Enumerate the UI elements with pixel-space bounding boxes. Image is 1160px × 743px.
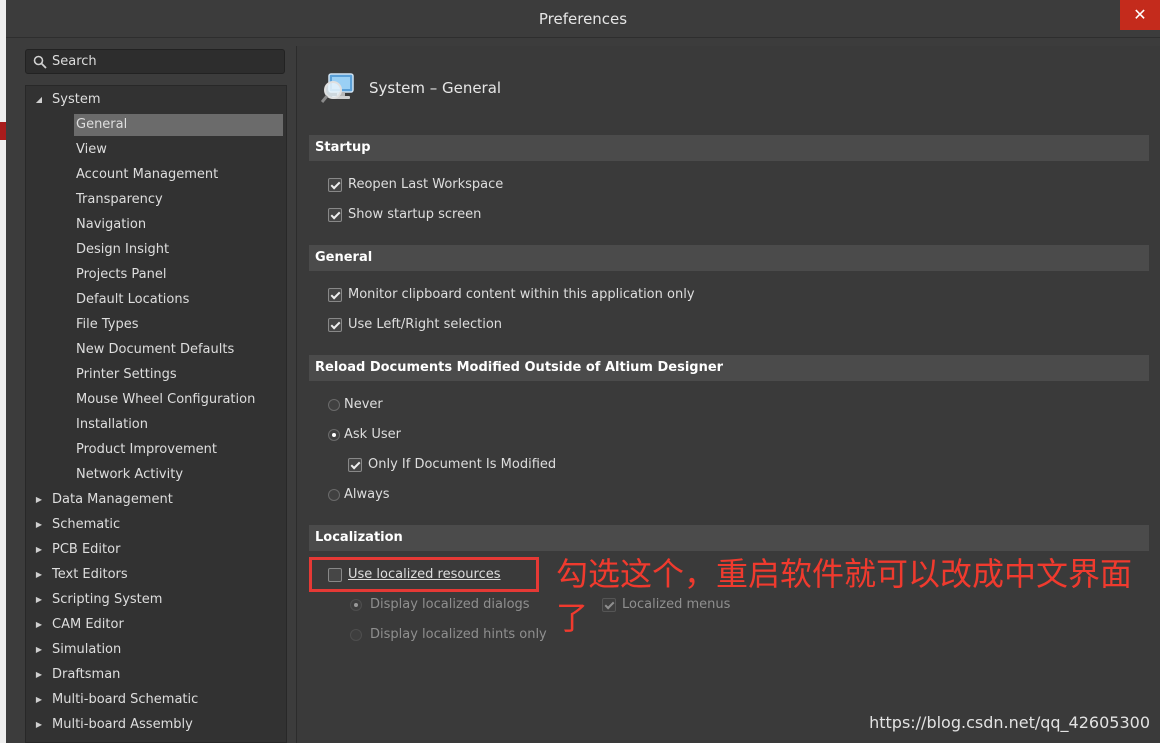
tree-item-label: Installation	[76, 417, 149, 432]
close-button[interactable]: ✕	[1120, 0, 1160, 30]
checkbox-checked[interactable]	[328, 318, 342, 332]
tree-item-label: Simulation	[52, 642, 122, 657]
title-bar[interactable]: Preferences ✕	[6, 0, 1160, 38]
expand-arrow-icon[interactable]: ▶	[34, 514, 44, 536]
radio-label: Always	[344, 487, 390, 502]
tree-item-label: Account Management	[76, 167, 219, 182]
tree-item-label: Printer Settings	[76, 367, 177, 382]
checkbox-label: Use Left/Right selection	[348, 317, 503, 332]
watermark: https://blog.csdn.net/qq_42605300	[869, 713, 1150, 732]
tree-item-transparency[interactable]: Transparency	[74, 189, 163, 211]
tree-item-label: Projects Panel	[76, 267, 167, 282]
tree-item-label: System	[52, 92, 101, 107]
annotation-note: 勾选这个，重启软件就可以改成中文界面了	[556, 555, 1133, 637]
expand-arrow-icon[interactable]: ▶	[34, 639, 44, 661]
checkbox-label: Only If Document Is Modified	[368, 457, 557, 472]
section-title: Startup	[315, 140, 371, 155]
expand-arrow-icon[interactable]: ▶	[34, 614, 44, 636]
tree-item-label: Design Insight	[76, 242, 170, 257]
tree-item-label: Multi-board Schematic	[52, 692, 199, 707]
search-icon	[33, 55, 47, 69]
tree-item-printer-settings[interactable]: Printer Settings	[74, 364, 177, 386]
search-placeholder: Search	[52, 54, 97, 69]
tree-item-default-locations[interactable]: Default Locations	[74, 289, 189, 311]
tree-item-label: View	[76, 142, 107, 157]
expand-arrow-icon[interactable]: ▶	[34, 564, 44, 586]
tree-item-label: Transparency	[76, 192, 163, 207]
tree-item-installation[interactable]: Installation	[74, 414, 148, 436]
section-general: General	[309, 245, 1149, 271]
section-title: Reload Documents Modified Outside of Alt…	[315, 360, 724, 375]
tree-item-label: New Document Defaults	[76, 342, 235, 357]
search-input[interactable]: Search	[25, 49, 285, 74]
tree-item-label: Mouse Wheel Configuration	[76, 392, 256, 407]
expand-arrow-icon[interactable]: ▶	[34, 714, 44, 736]
category-tree[interactable]: ◢ System General View Account Management…	[25, 85, 287, 743]
tree-item-label: CAM Editor	[52, 617, 124, 632]
tree-item-navigation[interactable]: Navigation	[74, 214, 146, 236]
tree-item-label: Text Editors	[52, 567, 128, 582]
radio-label: Never	[344, 397, 383, 412]
section-localization: Localization	[309, 525, 1149, 551]
expand-arrow-icon[interactable]: ▶	[34, 489, 44, 511]
annotation-highlight-box	[309, 557, 539, 592]
checkbox-label: Show startup screen	[348, 207, 482, 222]
tree-item-general[interactable]: General	[74, 114, 283, 136]
section-title: Localization	[315, 530, 403, 545]
tree-item-file-types[interactable]: File Types	[74, 314, 139, 336]
tree-item-product-improvement[interactable]: Product Improvement	[74, 439, 217, 461]
radio-button-selected[interactable]	[350, 599, 362, 611]
checkbox-label: Reopen Last Workspace	[348, 177, 504, 192]
tree-item-label: Data Management	[52, 492, 173, 507]
tree-item-label: Scripting System	[52, 592, 163, 607]
tree-item-label: Product Improvement	[76, 442, 217, 457]
expand-arrow-icon[interactable]: ▶	[34, 689, 44, 711]
tree-item-label: Schematic	[52, 517, 121, 532]
checkbox-checked[interactable]	[348, 458, 362, 472]
tree-item-label: Draftsman	[52, 667, 121, 682]
tree-item-projects-panel[interactable]: Projects Panel	[74, 264, 166, 286]
tree-item-label: Default Locations	[76, 292, 190, 307]
section-reload-documents: Reload Documents Modified Outside of Alt…	[309, 355, 1149, 381]
tree-item-label: Navigation	[76, 217, 147, 232]
monitor-magnifier-icon	[321, 73, 354, 103]
radio-button[interactable]	[328, 489, 340, 501]
radio-button[interactable]	[350, 629, 362, 641]
section-title: General	[315, 250, 373, 265]
radio-label: Display localized dialogs	[370, 597, 530, 612]
radio-button[interactable]	[328, 399, 340, 411]
tree-item-label: Multi-board Assembly	[52, 717, 193, 732]
checkbox-checked[interactable]	[328, 288, 342, 302]
tree-item-label: PCB Editor	[52, 542, 121, 557]
radio-button-selected[interactable]	[328, 429, 340, 441]
page-title: System – General	[369, 79, 502, 97]
tree-item-design-insight[interactable]: Design Insight	[74, 239, 169, 261]
radio-label: Display localized hints only	[370, 627, 547, 642]
radio-label: Ask User	[344, 427, 401, 442]
expand-arrow-icon[interactable]: ▶	[34, 664, 44, 686]
dialog-title: Preferences	[538, 10, 628, 28]
checkbox-checked[interactable]	[328, 208, 342, 222]
expand-arrow-icon[interactable]: ▶	[34, 539, 44, 561]
section-startup: Startup	[309, 135, 1149, 161]
tree-item-label: Network Activity	[76, 467, 184, 482]
tree-item-view[interactable]: View	[74, 139, 107, 161]
checkbox-label: Monitor clipboard content within this ap…	[348, 287, 695, 302]
tree-item-mouse-wheel-configuration[interactable]: Mouse Wheel Configuration	[74, 389, 255, 411]
tree-item-label: File Types	[76, 317, 139, 332]
checkbox-checked[interactable]	[328, 178, 342, 192]
tree-item-account-management[interactable]: Account Management	[74, 164, 218, 186]
tree-item-new-document-defaults[interactable]: New Document Defaults	[74, 339, 234, 361]
expand-arrow-icon[interactable]: ▶	[34, 589, 44, 611]
tree-item-network-activity[interactable]: Network Activity	[74, 464, 183, 486]
collapse-arrow-icon[interactable]: ◢	[34, 89, 44, 111]
tree-item-label: General	[76, 117, 128, 132]
